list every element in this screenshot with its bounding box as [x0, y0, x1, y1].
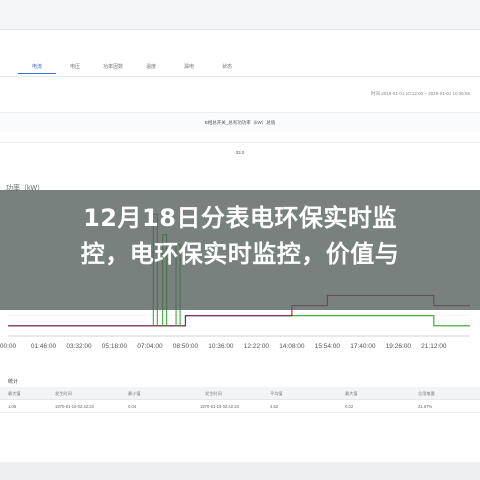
tabs-divider: [0, 76, 480, 77]
tab-voltage[interactable]: 电压: [56, 60, 94, 74]
tab-power-factor[interactable]: 功率因数: [94, 60, 132, 74]
table-cell: 1970-01-19 02:42:23: [200, 404, 239, 409]
info-row-value: 33.0: [0, 142, 480, 162]
col-header: 发生时间: [55, 391, 72, 396]
x-tick-label: 21:12:00: [421, 343, 447, 350]
top-bar: [0, 0, 480, 30]
x-tick-label: 00:00: [0, 343, 17, 350]
x-tick-label: 07:04:00: [137, 343, 163, 350]
x-tick-label: 01:46:00: [31, 343, 57, 350]
x-tick-label: 05:18:00: [102, 343, 128, 350]
x-tick-label: 14:08:00: [279, 343, 305, 350]
col-header: 最大值: [8, 391, 21, 396]
overlay-line-2: 控，电环保实时监控，价值与: [80, 240, 400, 268]
info-row-value-text: 33.0: [235, 150, 245, 155]
info-row-label-text: B相总开关_总有功功率（kW）总值: [204, 120, 276, 125]
x-tick-label: 10:36:00: [208, 343, 234, 350]
x-tick-label: 15:54:00: [315, 343, 341, 350]
x-tick-label: 12:22:00: [244, 343, 270, 350]
col-header: 平均值: [270, 391, 283, 396]
col-header: 总用电量: [418, 391, 435, 396]
table-cell: 0.02: [345, 404, 354, 409]
table-cell: 0.04: [128, 404, 137, 409]
tab-status[interactable]: 状态: [208, 60, 246, 74]
table-cell: 1970-01-19 02:42:23: [55, 404, 94, 409]
bottom-strip: [0, 462, 480, 480]
x-tick-label: 19:26:00: [386, 343, 412, 350]
table-cell: 21.67%: [418, 404, 433, 409]
stats-table: 最大值 发生时间 最小值 发生时间 平均值 最大值 总用电量 1.05 1970…: [0, 387, 480, 413]
overlay-line-1: 12月18日分表电环保实时监: [83, 204, 397, 232]
x-tick-label: 17:40:00: [350, 343, 376, 350]
x-tick-label: 08:50:00: [173, 343, 199, 350]
tab-leakage[interactable]: 漏电: [170, 60, 208, 74]
date-range[interactable]: 时间 2018-01-01 10:12:00 ~ 2018-01-01 10:3…: [371, 91, 470, 97]
metric-tabs: 电流 电压 功率因数 温度 漏电 状态: [18, 60, 246, 74]
series-line-0: [8, 315, 470, 327]
table-cell: 4.52: [270, 404, 279, 409]
col-header: 发生时间: [205, 391, 222, 396]
stats-section-title: 统计: [8, 379, 19, 385]
overlay-headline: 12月18日分表电环保实时监 控，电环保实时监控，价值与: [12, 200, 468, 272]
table-cell: 1.05: [8, 404, 17, 409]
tab-current[interactable]: 电流: [18, 60, 56, 74]
tab-temperature[interactable]: 温度: [132, 60, 170, 74]
table-row: 1.05 1970-01-19 02:42:23 0.04 1970-01-19…: [0, 400, 480, 413]
table-header: 最大值 发生时间 最小值 发生时间 平均值 最大值 总用电量: [0, 387, 480, 400]
x-tick-label: 03:32:00: [66, 343, 92, 350]
col-header: 最大值: [345, 391, 358, 396]
col-header: 最小值: [128, 391, 141, 396]
info-row-label: B相总开关_总有功功率（kW）总值: [0, 112, 480, 132]
